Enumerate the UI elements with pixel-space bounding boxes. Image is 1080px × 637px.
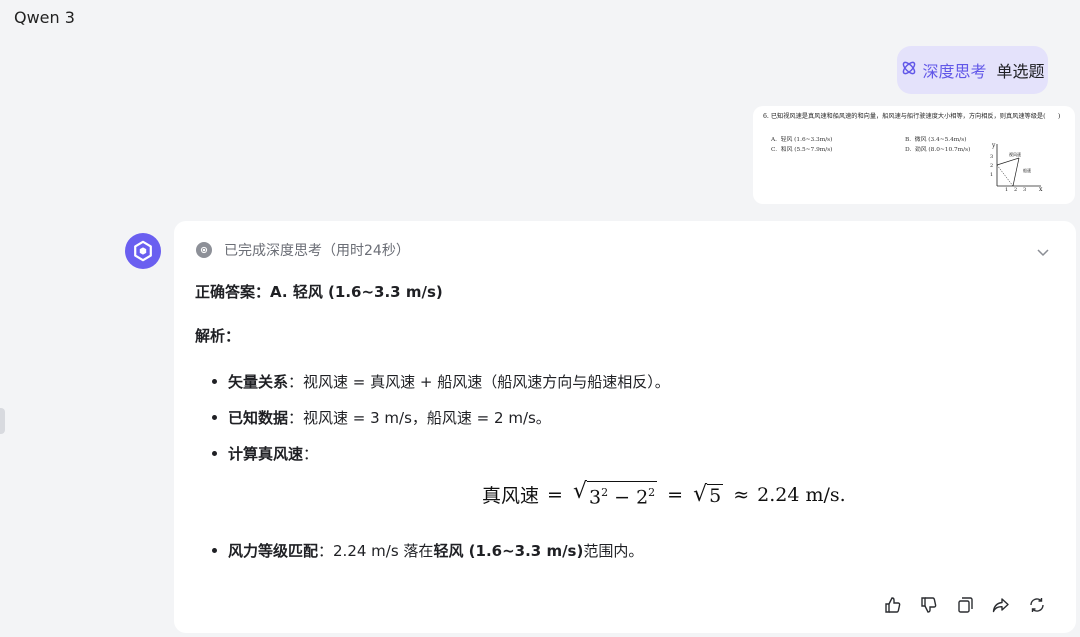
- svg-text:1: 1: [990, 172, 993, 178]
- deep-think-label: 深度思考: [922, 62, 987, 81]
- svg-text:视风速: 视风速: [1009, 151, 1021, 157]
- svg-text:1: 1: [1005, 187, 1008, 192]
- sidebar-toggle-handle[interactable]: [0, 408, 5, 434]
- deep-think-status[interactable]: 已完成深度思考（用时24秒）: [196, 240, 410, 260]
- option-a: A. 轻风 (1.6~3.3m/s): [771, 137, 833, 143]
- option-b: B. 微风 (3.4~5.4m/s): [905, 137, 967, 143]
- thumbs-up-icon[interactable]: [884, 596, 902, 614]
- svg-text:3: 3: [1023, 187, 1026, 192]
- regenerate-icon[interactable]: [1028, 596, 1046, 614]
- question-image-attachment[interactable]: 6. 已知视风速是真风速和船风速的和向量，船风速与船行驶速度大小相等，方向相反，…: [753, 106, 1075, 204]
- option-d: D. 劲风 (8.0~10.7m/s): [905, 147, 971, 153]
- response-actions: [884, 596, 1046, 614]
- graph-x-label: x: [1039, 186, 1043, 192]
- vector-graph: y x 3 2 1 1 2 3 视风速 船速: [990, 142, 1043, 192]
- user-message-text: 单选题: [996, 62, 1045, 81]
- copy-icon[interactable]: [956, 596, 974, 614]
- deep-think-tag[interactable]: 深度思考: [900, 58, 987, 82]
- chevron-down-icon[interactable]: [1036, 245, 1050, 259]
- svg-text:2: 2: [990, 163, 993, 169]
- qwen-logo-icon: [134, 240, 152, 262]
- list-item: 风力等级匹配 ：2.24 m/s 落在 轻风 (1.6~3.3 m/s) 范围内。: [212, 540, 643, 561]
- list-item: 矢量关系 ：视风速 = 真风速 + 船风速（船风速方向与船速相反）。: [212, 371, 670, 392]
- share-icon[interactable]: [992, 596, 1010, 614]
- list-item: 计算真风速：: [212, 443, 318, 464]
- assistant-response-card: 已完成深度思考（用时24秒） 正确答案：A. 轻风 (1.6~3.3 m/s) …: [174, 221, 1076, 633]
- user-message-bubble: 深度思考 单选题: [897, 46, 1048, 94]
- deep-think-status-text: 已完成深度思考（用时24秒）: [224, 243, 410, 259]
- graph-y-label: y: [991, 142, 996, 149]
- math-formula: 真风速 = √ 32 − 22 = √ 5 ≈ 2.24 m/s.: [482, 479, 846, 509]
- app-title: Qwen 3: [14, 8, 75, 27]
- answer-line: 正确答案：A. 轻风 (1.6~3.3 m/s): [195, 283, 443, 301]
- assistant-avatar: [125, 233, 161, 269]
- analysis-heading: 解析：: [195, 327, 241, 345]
- option-c: C. 和风 (5.5~7.9m/s): [771, 147, 833, 153]
- deep-think-icon: [900, 59, 918, 81]
- svg-text:船速: 船速: [1023, 167, 1031, 173]
- svg-text:3: 3: [990, 154, 993, 160]
- svg-text:2: 2: [1014, 187, 1017, 192]
- thinking-icon: [196, 242, 212, 258]
- question-text: 6. 已知视风速是真风速和船风速的和向量，船风速与船行驶速度大小相等，方向相反，…: [763, 113, 1061, 120]
- thumbs-down-icon[interactable]: [920, 596, 938, 614]
- list-item: 已知数据 ：视风速 = 3 m/s，船风速 = 2 m/s。: [212, 407, 551, 428]
